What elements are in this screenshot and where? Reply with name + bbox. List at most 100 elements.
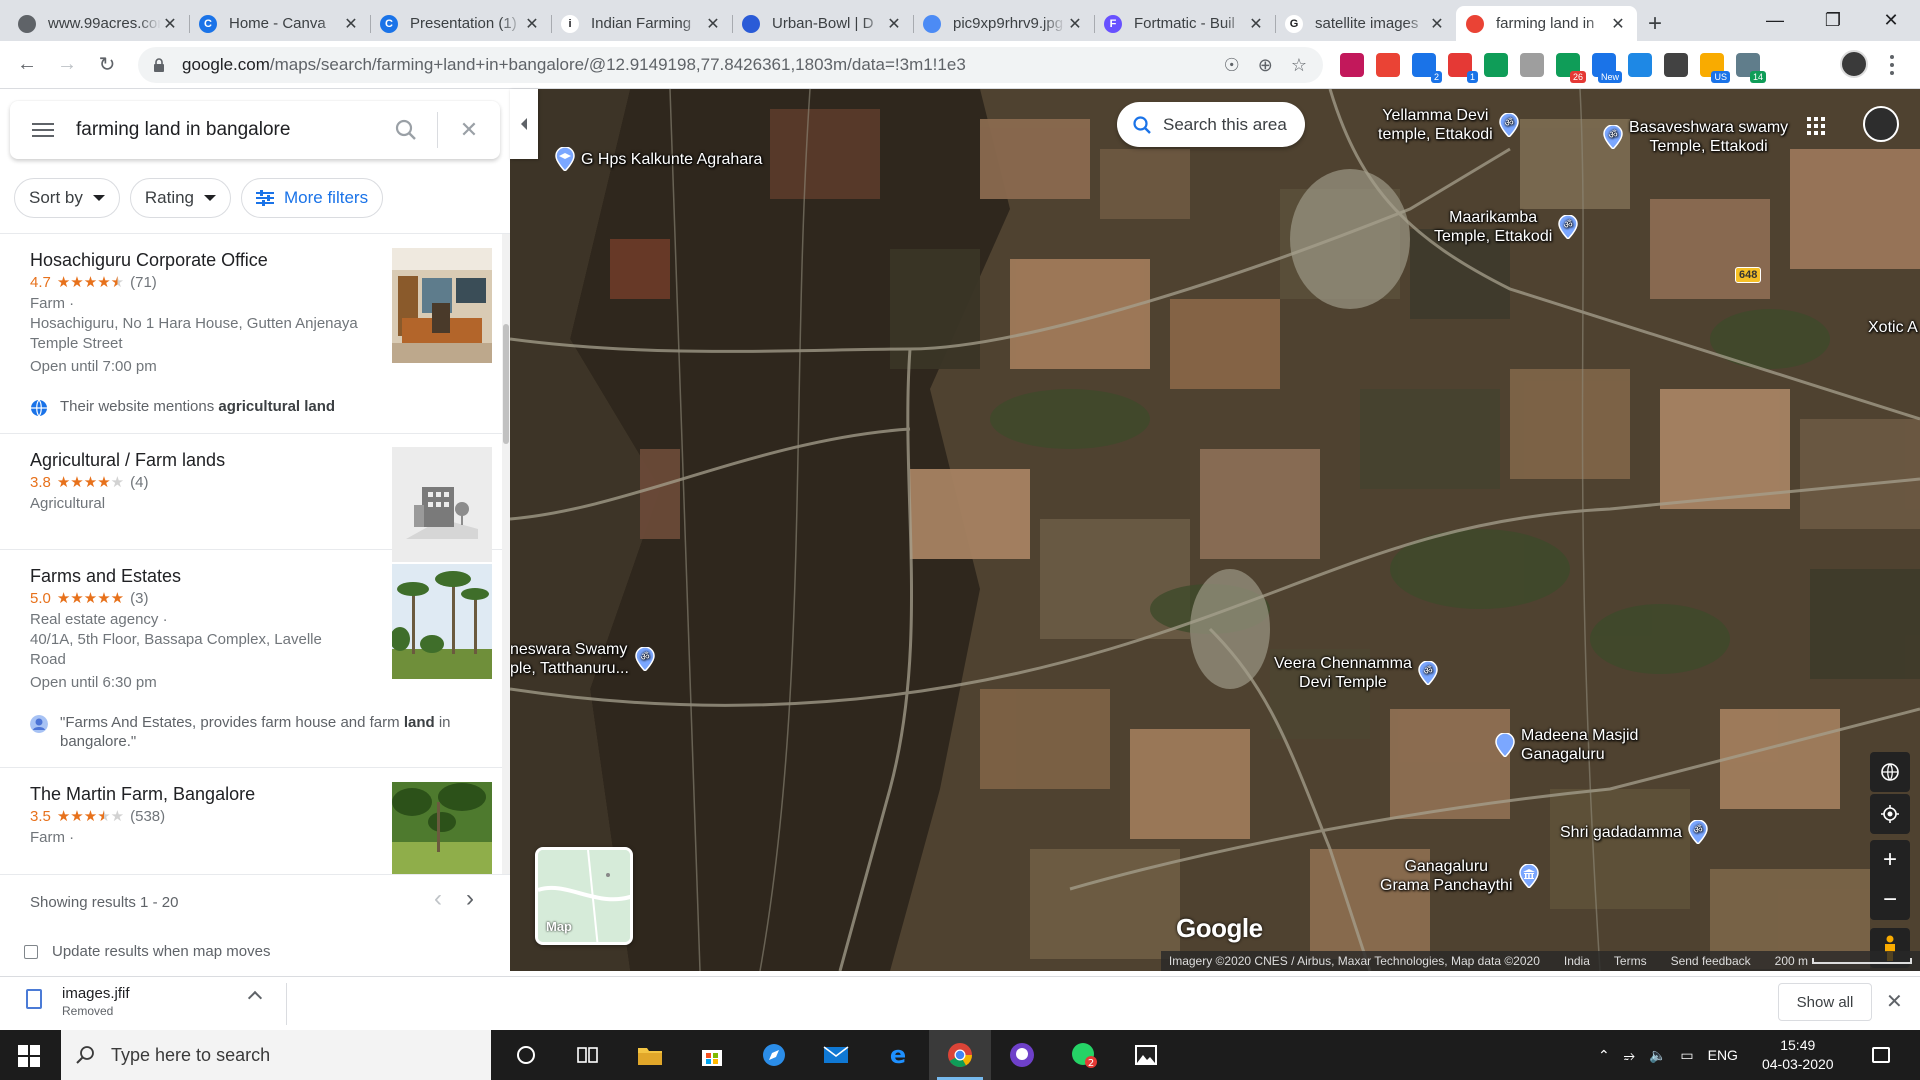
map-scale[interactable]: 200 m [1775, 954, 1912, 968]
chevron-up-icon[interactable] [247, 990, 263, 1006]
collapse-sidebar-button[interactable] [510, 89, 538, 159]
download-item[interactable]: images.jfif Removed [26, 985, 130, 1018]
browser-tab[interactable]: pic9xp9rhrv9.jpg ✕ [913, 6, 1094, 41]
extension-icon[interactable] [1340, 53, 1364, 77]
result-item[interactable]: Farms and Estates 5.0 ★★★★★ (3) Real estat… [0, 550, 502, 768]
rating-chip[interactable]: Rating [129, 178, 231, 218]
extension-icon[interactable]: 14 [1736, 53, 1766, 83]
map-place-mosque[interactable]: Madeena Masjid Ganagaluru [1495, 726, 1638, 764]
volume-icon[interactable]: 🔈 [1649, 1047, 1666, 1064]
address-bar[interactable]: google.com/maps/search/farming+land+in+b… [138, 47, 1323, 83]
result-item[interactable]: Agricultural / Farm lands 3.8 ★★★★★ (4) Ag… [0, 434, 502, 562]
extension-icon[interactable] [1484, 53, 1508, 77]
menu-icon[interactable] [10, 101, 76, 159]
close-tab-icon[interactable]: ✕ [885, 14, 903, 34]
profile-avatar[interactable] [1840, 50, 1868, 78]
map-place-temple[interactable]: Yellamma Devi temple, Ettakodi ॐ [1378, 106, 1519, 144]
close-downloads-icon[interactable]: ✕ [1886, 989, 1903, 1014]
map-place-temple[interactable]: Shri gadadamma ॐ [1560, 820, 1708, 844]
extension-icon[interactable]: New [1592, 53, 1622, 83]
github-icon[interactable] [991, 1030, 1053, 1080]
close-tab-icon[interactable]: ✕ [342, 14, 360, 34]
map-place-label[interactable]: Xotic A [1868, 318, 1918, 337]
cortana-icon[interactable] [495, 1030, 557, 1080]
chrome-icon[interactable] [929, 1030, 991, 1080]
bookmark-star-icon[interactable]: ☆ [1291, 55, 1307, 76]
result-photo[interactable] [392, 564, 492, 679]
close-tab-icon[interactable]: ✕ [1066, 14, 1084, 34]
battery-icon[interactable]: ▭ [1680, 1047, 1693, 1064]
result-item[interactable]: Hosachiguru Corporate Office 4.7 ★★★★★ (71… [0, 234, 502, 434]
result-photo[interactable] [392, 248, 492, 363]
update-results-toggle[interactable]: Update results when map moves [24, 943, 270, 960]
store-icon[interactable] [681, 1030, 743, 1080]
browser-tab[interactable]: farming land in ✕ [1456, 6, 1637, 41]
extension-icon[interactable] [1664, 53, 1688, 77]
clock[interactable]: 15:49 04-03-2020 [1762, 1036, 1834, 1074]
globe-view-icon[interactable] [1870, 752, 1910, 792]
extension-icon[interactable]: 2 [1412, 53, 1442, 83]
search-input[interactable]: farming land in bangalore [76, 119, 375, 141]
search-this-area-button[interactable]: Search this area [1117, 102, 1305, 147]
sort-by-chip[interactable]: Sort by [14, 178, 120, 218]
maximize-button[interactable]: ❐ [1804, 0, 1862, 40]
result-photo[interactable] [392, 782, 492, 874]
mail-icon[interactable] [805, 1030, 867, 1080]
browser-tab[interactable]: i Indian Farming ✕ [551, 6, 732, 41]
forward-button[interactable]: → [47, 45, 87, 85]
close-tab-icon[interactable]: ✕ [1247, 14, 1265, 34]
browser-tab[interactable]: www.99acres.com ✕ [8, 6, 189, 41]
browser-tab[interactable]: F Fortmatic - Buil ✕ [1094, 6, 1275, 41]
google-apps-icon[interactable] [1807, 117, 1825, 135]
building-placeholder-icon[interactable] [392, 447, 492, 562]
windows-start-icon[interactable] [18, 1045, 40, 1067]
install-icon[interactable]: ⊕ [1258, 55, 1273, 76]
send-feedback-link[interactable]: Send feedback [1671, 954, 1751, 968]
tray-overflow-icon[interactable]: ⌃ [1598, 1047, 1610, 1064]
safari-compass-icon[interactable] [743, 1030, 805, 1080]
results-scrollbar[interactable] [502, 234, 510, 874]
result-item[interactable]: The Martin Farm, Bangalore 3.5 ★★★★★ (538)… [0, 768, 502, 874]
close-window-button[interactable]: ✕ [1862, 0, 1920, 40]
map-place-temple[interactable]: Maarikamba Temple, Ettakodi ॐ [1434, 208, 1579, 246]
satellite-map[interactable]: Search this area G Hps Kalkunte Agrahara… [510, 89, 1920, 971]
browser-tab[interactable]: Urban-Bowl | D ✕ [732, 6, 913, 41]
zoom-out-button[interactable]: − [1883, 886, 1897, 914]
clear-search-icon[interactable]: ✕ [438, 110, 500, 150]
search-icon[interactable] [375, 110, 437, 150]
account-avatar[interactable] [1863, 106, 1899, 142]
extension-icon[interactable]: 1 [1448, 53, 1478, 83]
prev-page-button[interactable]: ‹ [434, 885, 442, 913]
country-link[interactable]: India [1564, 954, 1590, 968]
browser-tab[interactable]: C Home - Canva ✕ [189, 6, 370, 41]
browser-tab[interactable]: C Presentation (1) ✕ [370, 6, 551, 41]
map-place-temple[interactable]: ॐ Basaveshwara swamy Temple, Ettakodi [1603, 118, 1788, 156]
back-button[interactable]: ← [7, 45, 47, 85]
map-place-government[interactable]: Ganagaluru Grama Panchaythi [1380, 857, 1539, 895]
show-all-downloads-button[interactable]: Show all [1778, 983, 1872, 1021]
extension-icon[interactable] [1628, 53, 1652, 77]
task-view-icon[interactable] [557, 1030, 619, 1080]
close-tab-icon[interactable]: ✕ [704, 14, 722, 34]
edge-icon[interactable]: e [867, 1030, 929, 1080]
extension-icon[interactable]: 26 [1556, 53, 1586, 83]
location-icon[interactable]: ☉ [1224, 55, 1240, 76]
terms-link[interactable]: Terms [1614, 954, 1647, 968]
whatsapp-icon[interactable]: 2 [1053, 1030, 1115, 1080]
action-center-icon[interactable] [1871, 1047, 1890, 1063]
extension-icon[interactable] [1376, 53, 1400, 77]
more-filters-chip[interactable]: More filters [241, 178, 384, 218]
map-place-temple[interactable]: Veera Chennamma Devi Temple ॐ [1274, 654, 1438, 692]
close-tab-icon[interactable]: ✕ [1609, 14, 1627, 34]
map-place-temple[interactable]: neswara Swamy ple, Tatthanuru... ॐ [510, 640, 655, 678]
extension-icon[interactable] [1520, 53, 1544, 77]
file-explorer-icon[interactable] [619, 1030, 681, 1080]
next-page-button[interactable]: › [466, 885, 474, 913]
browser-menu-icon[interactable] [1882, 53, 1902, 77]
minimize-button[interactable]: — [1746, 0, 1804, 40]
zoom-in-button[interactable]: + [1883, 846, 1897, 874]
close-tab-icon[interactable]: ✕ [523, 14, 541, 34]
reload-button[interactable]: ↻ [87, 45, 127, 85]
browser-tab[interactable]: Gsatellite images ✕ [1275, 6, 1456, 41]
close-tab-icon[interactable]: ✕ [161, 14, 179, 34]
